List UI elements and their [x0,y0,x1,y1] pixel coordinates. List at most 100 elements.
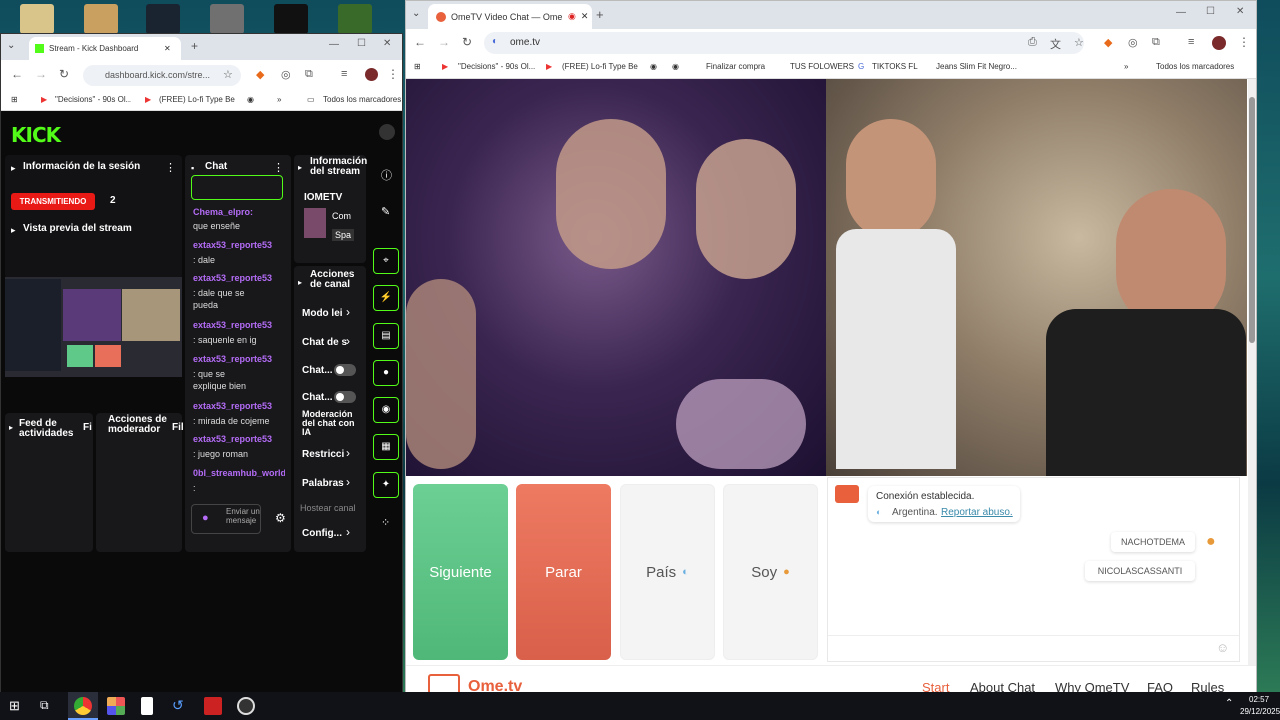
bookmark-lofi[interactable]: (FREE) Lo-fi Type Be... [159,95,235,104]
pinned-message[interactable] [191,175,283,200]
maximize-icon[interactable]: ☐ [357,38,366,49]
extension-icon[interactable]: ◎ [281,68,291,81]
task-view-icon[interactable]: ⧉ [40,698,49,713]
chevron-up-icon[interactable]: ⌃ [1225,698,1233,709]
globe-icon[interactable]: ◉ [247,95,254,104]
action-chat-toggle[interactable]: Chat... [302,365,332,376]
country-button[interactable]: País ◐ [620,484,715,660]
scrollbar[interactable] [1248,79,1256,665]
bookmark-checkout[interactable]: Finalizar compra [706,62,765,71]
star-icon[interactable]: ☆ [1074,36,1084,49]
clip-icon[interactable]: ⌖ [373,248,399,274]
more-bookmarks-icon[interactable]: » [1124,62,1128,71]
globe-icon[interactable]: ◉ [672,62,679,71]
host-channel-input[interactable]: Hostear canal [300,503,364,513]
bookmark-jeans[interactable]: Jeans Slim Fit Negro... [936,62,1017,71]
more-bookmarks-icon[interactable]: » [277,95,281,104]
media-icon[interactable]: ≡ [1188,36,1194,48]
windows-start-icon[interactable]: ⊞ [9,698,20,714]
star-icon[interactable]: ☆ [223,68,233,81]
menu-icon[interactable]: ⋮ [1238,35,1250,49]
tab-search-icon[interactable]: ⌄ [412,8,420,19]
bookmark-all[interactable]: Todos los marcadores [323,95,401,104]
kebab-menu-icon[interactable]: ⋮ [165,161,176,174]
extension-icon[interactable]: ◆ [1104,36,1112,49]
bookmark-decisions[interactable]: "Decisions" - 90s Ol... [55,95,131,104]
apps-icon[interactable]: ⊞ [414,62,421,71]
extensions-icon[interactable]: ⧉ [305,68,313,81]
info-icon[interactable]: ⓘ [381,167,392,183]
stream-preview[interactable] [5,277,182,377]
wrench-icon[interactable]: ✦ [373,472,399,498]
edit-pencil-icon[interactable]: ✎ [381,205,390,218]
kebab-menu-icon[interactable]: ⋮ [273,161,284,174]
action-chat-toggle[interactable]: Chat... [302,392,332,403]
expand-icon[interactable]: ▸ [9,423,13,432]
bookmark-all[interactable]: Todos los marcadores [1156,62,1234,71]
chevron-right-icon[interactable]: › [346,475,350,489]
gender-button[interactable]: Soy ● [723,484,818,660]
report-abuse-link[interactable]: Reportar abuso. [941,507,1013,518]
profile-avatar[interactable] [365,68,378,81]
chevron-right-icon[interactable]: › [346,525,350,539]
dots-icon[interactable]: ⁘ [381,516,390,529]
chat-username[interactable]: extax53_reporte53 [193,320,272,330]
obs-icon[interactable] [237,697,255,715]
minimize-icon[interactable]: — [329,39,339,50]
back-icon[interactable]: ← [11,67,23,81]
tab-ometv[interactable]: OmeTV Video Chat — Ome ◉ ✕ [428,4,592,29]
extension-icon[interactable]: ◎ [1128,36,1138,49]
bookmark-decisions[interactable]: "Decisions" - 90s Ol... [458,62,536,71]
desktop-icon[interactable] [84,4,118,34]
reload-icon[interactable]: ↻ [462,35,472,49]
apps-icon[interactable]: ⊞ [11,95,18,104]
file-icon[interactable] [141,697,153,715]
action-restrictions[interactable]: Restricci [302,449,362,460]
action-read-mode[interactable]: Modo lei [302,308,362,319]
globe-icon[interactable]: ◉ [650,62,657,71]
app-grid-icon[interactable] [107,697,125,715]
window-close-icon[interactable]: ✕ [383,38,391,49]
chat-username[interactable]: Chema_elpro: [193,207,253,217]
close-icon[interactable]: ✕ [581,11,589,22]
chat-bubble-icon[interactable]: ● [373,360,399,386]
media-icon[interactable]: ≡ [341,68,347,80]
install-app-icon[interactable]: ⎙ [1028,36,1037,49]
app-icon[interactable] [204,697,222,715]
next-button[interactable]: Siguiente [413,484,508,660]
lightning-icon[interactable]: ⚡ [373,285,399,311]
forward-icon[interactable]: → [35,67,47,81]
chevron-right-icon[interactable]: › [346,305,350,319]
chat-username[interactable]: extax53_reporte53 [193,434,272,444]
forward-icon[interactable]: → [438,35,450,49]
minimize-icon[interactable]: — [1176,7,1186,18]
back-icon[interactable]: ← [414,35,426,49]
mic-icon[interactable]: ● [202,512,209,524]
chat-username[interactable]: extax53_reporte53 [193,354,272,364]
action-settings[interactable]: Config... [302,528,362,539]
window-close-icon[interactable]: ✕ [1236,6,1244,17]
chat-username[interactable]: extax53_reporte53 [193,240,272,250]
chat-username[interactable]: extax53_reporte53 [193,273,272,283]
maximize-icon[interactable]: ☐ [1206,6,1215,17]
chevron-right-icon[interactable]: › [346,334,350,348]
stop-button[interactable]: Parar [516,484,611,660]
broadcast-icon[interactable]: ◉ [373,397,399,423]
scrollbar-thumb[interactable] [1249,97,1255,343]
chat-username[interactable]: 0bl_streamhub_world [193,468,285,478]
action-chat-mode[interactable]: Chat de s [302,337,362,348]
new-tab-icon[interactable]: + [191,39,198,53]
desktop-icon[interactable] [146,4,180,34]
chat-message-input[interactable]: ☺ [828,635,1239,661]
new-tab-icon[interactable]: + [596,7,604,22]
chat-username[interactable]: extax53_reporte53 [193,401,272,411]
site-info-icon[interactable]: ◐ [492,36,498,47]
bookmark-lofi[interactable]: (FREE) Lo-fi Type Be... [562,62,638,71]
tab-kick-dashboard[interactable]: Stream - Kick Dashboard ✕ [29,37,181,60]
epic-games-icon[interactable] [274,4,308,34]
action-ai-moderation[interactable]: Moderación del chat con IA [302,410,362,437]
emoji-icon[interactable]: ☺ [1216,640,1229,655]
close-icon[interactable]: ✕ [164,44,171,53]
menu-icon[interactable]: ⋮ [387,67,399,81]
desktop-icon[interactable] [20,4,54,34]
